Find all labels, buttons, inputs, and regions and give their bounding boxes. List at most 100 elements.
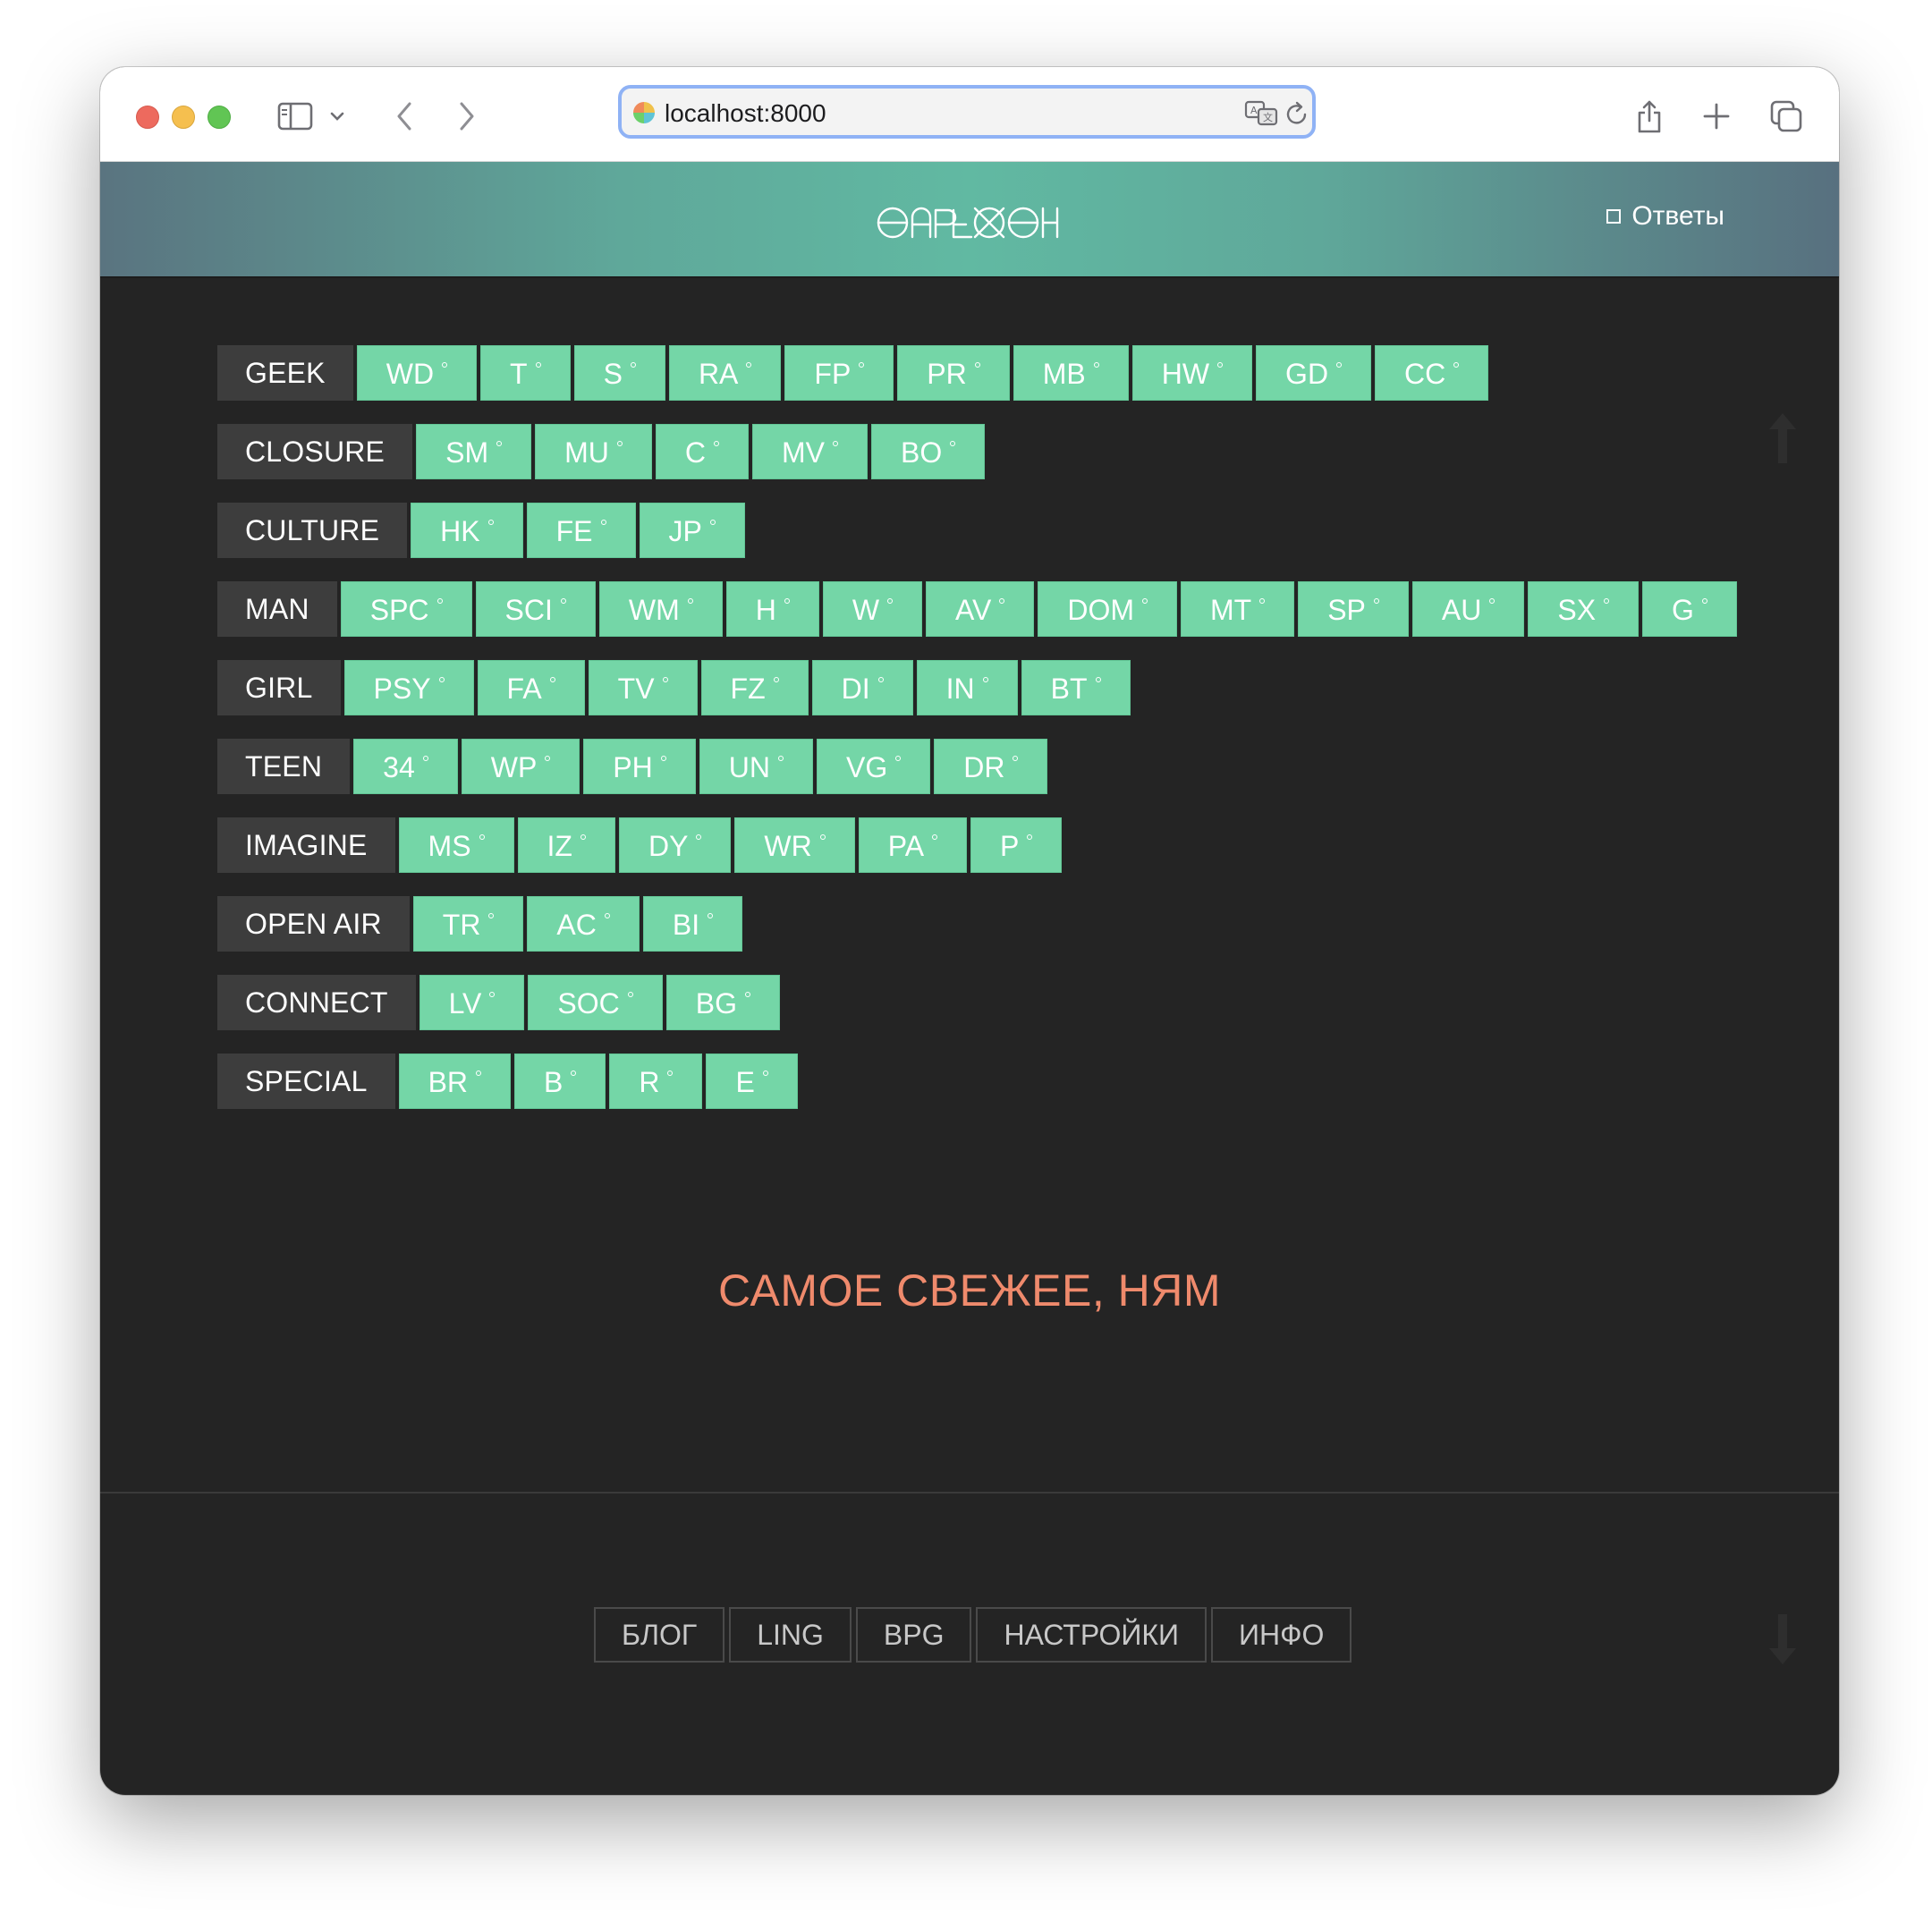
category-label[interactable]: MAN <box>217 581 337 637</box>
sidebar-toggle-icon[interactable] <box>275 94 315 139</box>
category-label[interactable]: OPEN AIR <box>217 896 410 952</box>
category-label[interactable]: TEEN <box>217 739 351 794</box>
new-posts-dot-icon <box>950 441 956 446</box>
footer-nav-link[interactable]: BPG <box>855 1607 972 1663</box>
board-button[interactable]: VG <box>816 739 931 794</box>
share-icon[interactable] <box>1633 94 1665 139</box>
board-button[interactable]: BR <box>398 1054 512 1109</box>
board-button[interactable]: WD <box>356 345 478 401</box>
board-button[interactable]: AC <box>527 896 640 952</box>
board-button[interactable]: FP <box>784 345 894 401</box>
board-button[interactable]: SPC <box>340 581 472 637</box>
board-button[interactable]: UN <box>699 739 813 794</box>
board-button[interactable]: HW <box>1131 345 1253 401</box>
board-button[interactable]: TV <box>588 660 698 715</box>
reload-icon[interactable] <box>1284 99 1310 132</box>
board-button[interactable]: BI <box>642 896 743 952</box>
board-button[interactable]: W <box>822 581 923 637</box>
board-button[interactable]: MB <box>1013 345 1129 401</box>
zoom-window-button[interactable] <box>208 106 231 129</box>
board-button[interactable]: DI <box>811 660 913 715</box>
board-button[interactable]: H <box>725 581 819 637</box>
board-button[interactable]: SX <box>1528 581 1640 637</box>
category-label[interactable]: CULTURE <box>217 503 408 558</box>
board-button[interactable]: R <box>609 1054 703 1109</box>
board-button[interactable]: DOM <box>1038 581 1177 637</box>
board-button[interactable]: B <box>514 1054 606 1109</box>
footer-nav-link[interactable]: LING <box>729 1607 852 1663</box>
board-button[interactable]: TR <box>412 896 524 952</box>
board-button[interactable]: MV <box>751 424 868 479</box>
new-posts-dot-icon <box>487 520 494 525</box>
board-button[interactable]: BO <box>870 424 986 479</box>
board-button[interactable]: SM <box>416 424 532 479</box>
board-button[interactable]: PH <box>583 739 696 794</box>
board-button[interactable]: FA <box>477 660 585 715</box>
category-label[interactable]: CLOSURE <box>217 424 413 479</box>
board-button[interactable]: GD <box>1256 345 1372 401</box>
new-posts-dot-icon <box>1013 756 1019 761</box>
board-button[interactable]: BG <box>665 975 780 1030</box>
board-button[interactable]: WP <box>461 739 580 794</box>
footer-nav-link[interactable]: БЛОГ <box>594 1607 725 1663</box>
board-button[interactable]: PR <box>897 345 1010 401</box>
address-bar[interactable]: localhost:8000 A文 <box>618 85 1316 139</box>
category-label[interactable]: CONNECT <box>217 975 416 1030</box>
board-button[interactable]: AV <box>926 581 1035 637</box>
footer-nav-link[interactable]: ИНФО <box>1211 1607 1352 1663</box>
forward-icon[interactable] <box>454 94 479 139</box>
board-button[interactable]: JP <box>639 503 745 558</box>
board-button[interactable]: MT <box>1181 581 1295 637</box>
board-button[interactable]: P <box>970 817 1063 873</box>
board-button[interactable]: MU <box>535 424 652 479</box>
footer-nav-link[interactable]: НАСТРОЙКИ <box>976 1607 1207 1663</box>
category-label[interactable]: IMAGINE <box>217 817 395 873</box>
answers-toggle[interactable]: Ответы <box>1606 201 1724 232</box>
fresh-heading: САМОЕ СВЕЖЕЕ, НЯМ <box>718 1265 1221 1316</box>
board-button[interactable]: FZ <box>700 660 809 715</box>
minimize-window-button[interactable] <box>172 106 195 129</box>
board-button[interactable]: RA <box>668 345 782 401</box>
category-label[interactable]: SPECIAL <box>217 1054 395 1109</box>
board-button[interactable]: DR <box>934 739 1048 794</box>
board-button[interactable]: WR <box>734 817 855 873</box>
board-button[interactable]: CC <box>1375 345 1489 401</box>
board-button[interactable]: SCI <box>475 581 596 637</box>
board-button[interactable]: C <box>655 424 749 479</box>
board-button[interactable]: HK <box>411 503 523 558</box>
new-posts-dot-icon <box>604 913 610 918</box>
answers-checkbox[interactable] <box>1606 209 1622 224</box>
board-button[interactable]: E <box>706 1054 798 1109</box>
board-button[interactable]: IN <box>916 660 1018 715</box>
category-label[interactable]: GEEK <box>217 345 353 401</box>
back-icon[interactable] <box>392 94 417 139</box>
board-button[interactable]: DY <box>618 817 732 873</box>
board-button[interactable]: FE <box>526 503 636 558</box>
tabs-overview-icon[interactable] <box>1769 94 1803 139</box>
board-button[interactable]: SP <box>1298 581 1409 637</box>
board-button[interactable]: AU <box>1411 581 1525 637</box>
chevron-down-icon[interactable] <box>327 94 347 139</box>
board-button[interactable]: 34 <box>353 739 458 794</box>
board-button[interactable]: WM <box>598 581 723 637</box>
board-button[interactable]: IZ <box>517 817 615 873</box>
board-button[interactable]: SOC <box>528 975 663 1030</box>
scroll-up-icon[interactable] <box>1767 411 1798 470</box>
board-button[interactable]: PA <box>858 817 968 873</box>
category-label[interactable]: GIRL <box>217 660 341 715</box>
board-label: FP <box>814 358 852 390</box>
scroll-down-icon[interactable] <box>1767 1612 1798 1671</box>
translate-icon[interactable]: A文 <box>1244 99 1280 132</box>
category-row: IMAGINE MS IZ DY WR PA P <box>217 817 1741 873</box>
board-button[interactable]: MS <box>398 817 514 873</box>
board-button[interactable]: PSY <box>343 660 474 715</box>
board-button[interactable]: S <box>573 345 665 401</box>
board-button[interactable]: LV <box>419 975 525 1030</box>
site-logo[interactable] <box>877 205 1059 245</box>
board-button[interactable]: G <box>1642 581 1737 637</box>
board-button[interactable]: BT <box>1021 660 1131 715</box>
board-label: FZ <box>730 673 766 705</box>
close-window-button[interactable] <box>136 106 159 129</box>
new-tab-icon[interactable] <box>1701 94 1732 139</box>
board-button[interactable]: T <box>480 345 571 401</box>
